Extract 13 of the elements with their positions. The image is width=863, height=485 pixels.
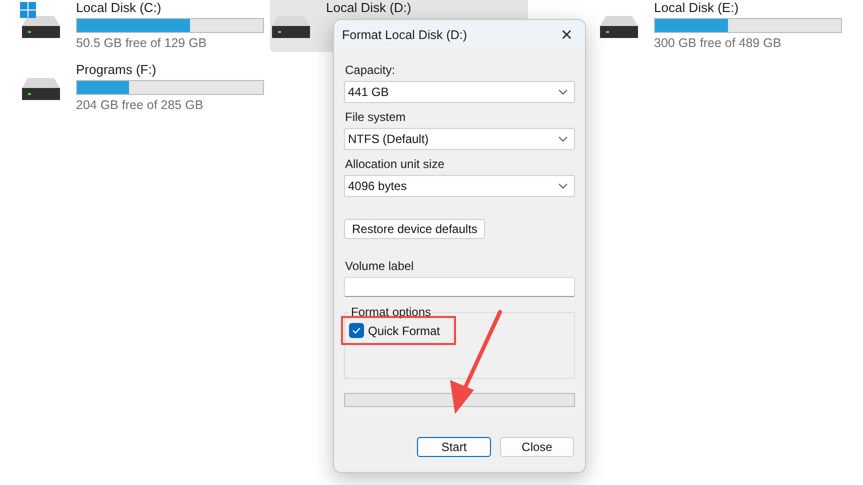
drive-label: Programs (F:) [76,62,158,77]
free-space-text: 204 GB free of 285 GB [76,98,204,112]
group-title: Format options [350,305,432,319]
dialog-title: Format Local Disk (D:) [342,28,468,42]
field-label: File system [345,110,406,124]
drive-label: Local Disk (E:) [654,0,740,15]
field-label: Capacity: [345,63,396,77]
field-label: Volume label [345,259,414,273]
free-space-text: 50.5 GB free of 129 GB [76,36,208,50]
drive-label: Local Disk (D:) [326,0,412,15]
free-space-text: 300 GB free of 489 GB [654,36,782,50]
field-label: Allocation unit size [345,157,444,171]
drive-label: Local Disk (C:) [76,0,162,15]
